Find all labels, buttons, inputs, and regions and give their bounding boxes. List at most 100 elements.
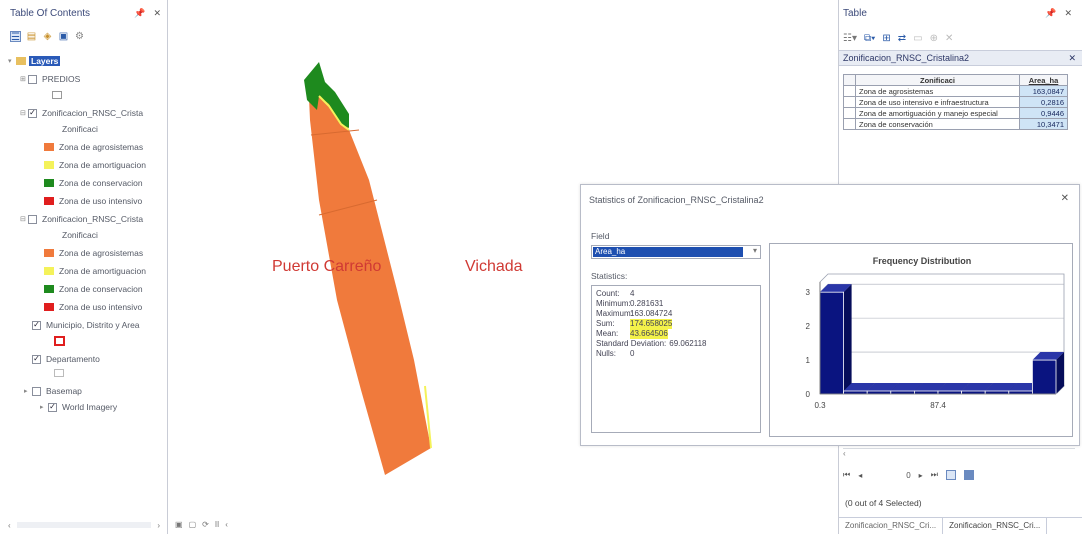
show-all-records-icon[interactable]: [945, 470, 956, 480]
layer-label[interactable]: Zonificacion_RNSC_Crista: [42, 214, 143, 224]
first-record-icon[interactable]: ⏮: [843, 470, 850, 480]
collapse-icon[interactable]: ⊟: [20, 215, 28, 223]
select-by-attributes-icon[interactable]: ⊞: [882, 33, 890, 44]
collapse-icon[interactable]: ▾: [8, 57, 16, 65]
close-icon[interactable]: ✕: [1068, 53, 1076, 64]
cell-area[interactable]: 0,2816: [1019, 96, 1068, 108]
related-tables-icon[interactable]: ⧉▾: [864, 33, 875, 44]
expand-icon[interactable]: ▸: [40, 403, 48, 411]
zoom-to-selected-icon[interactable]: ⊕: [930, 33, 938, 44]
layers-label[interactable]: Layers: [29, 56, 61, 66]
x-tick-label: 87.4: [930, 401, 946, 410]
layer-basemap[interactable]: ▸ Basemap: [24, 384, 82, 398]
row-selector[interactable]: [843, 96, 856, 108]
column-header-area[interactable]: Area_ha: [1019, 74, 1068, 86]
options-icon[interactable]: ⚙: [74, 31, 85, 42]
table-row[interactable]: Zona de uso intensivo e infraestructura …: [843, 96, 1068, 108]
record-number[interactable]: 0: [906, 471, 910, 480]
legend-item: Zona de agrosistemas: [44, 246, 143, 260]
layout-view-icon[interactable]: ▢: [189, 520, 197, 529]
row-selector[interactable]: [843, 118, 856, 130]
expand-icon[interactable]: ⊞: [20, 75, 28, 83]
refresh-icon[interactable]: ⟳: [202, 520, 209, 529]
layer-label[interactable]: Municipio, Distrito y Area: [46, 320, 140, 330]
field-selected-value[interactable]: Area_ha: [593, 247, 743, 257]
data-view-icon[interactable]: ▣: [175, 520, 183, 529]
list-by-visibility-icon[interactable]: ◈: [42, 31, 53, 42]
collapse-icon[interactable]: ⊟: [20, 109, 28, 117]
layers-group[interactable]: ▾ Layers: [8, 54, 61, 68]
layers-folder-icon: [16, 57, 26, 65]
layer-municipio[interactable]: ✓ Municipio, Distrito y Area: [32, 318, 140, 332]
layer-checkbox[interactable]: ✓: [28, 108, 37, 118]
layer-label[interactable]: World Imagery: [62, 402, 117, 412]
table-tab[interactable]: Zonificacion_RNSC_Cri...: [839, 518, 942, 534]
table-row[interactable]: Zona de agrosistemas 163,0847: [843, 85, 1068, 97]
previous-record-icon[interactable]: ◂: [858, 471, 862, 480]
layer-checkbox[interactable]: [28, 74, 37, 84]
scroll-left-icon[interactable]: ‹: [225, 520, 228, 529]
legend-label: Zona de conservacion: [59, 284, 143, 294]
row-selector-header[interactable]: [843, 74, 856, 86]
layer-checkbox[interactable]: ✓: [32, 354, 41, 364]
table-of-contents-pane: Table Of Contents 📌 ✕ ☰ ▤ ◈ ▣ ⚙ ▾ Layers…: [0, 0, 168, 534]
list-by-source-icon[interactable]: ▤: [26, 31, 37, 42]
stat-key: Nulls:: [596, 349, 617, 358]
layer-label[interactable]: Basemap: [46, 386, 82, 396]
layer-checkbox[interactable]: [28, 214, 37, 224]
table-options-icon[interactable]: ☷▾: [843, 33, 857, 44]
table-tab-header: Zonificacion_RNSC_Cristalina2 ✕: [839, 50, 1082, 66]
layer-zonificacion-2[interactable]: ⊟ Zonificacion_RNSC_Crista: [20, 212, 143, 226]
last-record-icon[interactable]: ⏭: [931, 470, 938, 480]
delete-selected-icon[interactable]: ✕: [945, 33, 953, 44]
table-row[interactable]: Zona de amortiguación y manejo especial …: [843, 107, 1068, 119]
table-horizontal-scrollbar[interactable]: ‹: [843, 448, 1075, 458]
layer-predios[interactable]: ⊞ PREDIOS: [20, 72, 80, 86]
table-tab[interactable]: Zonificacion_RNSC_Cri...: [942, 518, 1048, 534]
layer-departamento[interactable]: ✓ Departamento: [32, 352, 100, 366]
switch-selection-icon[interactable]: ⇄: [898, 33, 906, 44]
field-dropdown[interactable]: Area_ha ▾: [591, 245, 761, 259]
show-selected-records-icon[interactable]: [963, 470, 974, 480]
cell-zona[interactable]: Zona de amortiguación y manejo especial: [855, 107, 1020, 119]
pin-icon[interactable]: 📌: [1045, 8, 1056, 19]
scroll-track[interactable]: [16, 522, 152, 528]
row-selector[interactable]: [843, 107, 856, 119]
chevron-down-icon[interactable]: ▾: [753, 246, 757, 255]
table-title-bar: Table 📌 ✕: [839, 0, 1082, 26]
pin-icon[interactable]: 📌: [134, 8, 145, 19]
clear-selection-icon[interactable]: ▭: [913, 33, 922, 44]
list-by-drawing-order-icon[interactable]: ☰: [10, 30, 21, 43]
layer-label[interactable]: PREDIOS: [42, 74, 80, 84]
close-icon[interactable]: ✕: [1061, 193, 1069, 204]
close-icon[interactable]: ✕: [1064, 8, 1072, 19]
layer-checkbox[interactable]: ✓: [48, 402, 57, 412]
cell-area[interactable]: 163,0847: [1019, 85, 1068, 97]
layer-zonificacion-1[interactable]: ⊟ ✓ Zonificacion_RNSC_Crista: [20, 106, 143, 120]
layer-checkbox[interactable]: [32, 386, 41, 396]
scroll-left-icon[interactable]: ‹: [8, 521, 11, 530]
layer-label[interactable]: Departamento: [46, 354, 100, 364]
scroll-left-icon[interactable]: ‹: [843, 449, 846, 458]
x-tick-label: 0.3: [814, 401, 826, 410]
table-row[interactable]: Zona de conservación 10,3471: [843, 118, 1068, 130]
legend-item: Zona de uso intensivo: [44, 300, 142, 314]
row-selector[interactable]: [843, 85, 856, 97]
layer-checkbox[interactable]: ✓: [32, 320, 41, 330]
layer-label[interactable]: Zonificacion_RNSC_Crista: [42, 108, 143, 118]
pause-icon[interactable]: II: [215, 520, 219, 529]
cell-area[interactable]: 10,3471: [1019, 118, 1068, 130]
collapse-icon[interactable]: ▸: [24, 387, 32, 395]
cell-zona[interactable]: Zona de conservación: [855, 118, 1020, 130]
cell-area[interactable]: 0,9446: [1019, 107, 1068, 119]
close-icon[interactable]: ✕: [153, 8, 161, 19]
list-by-selection-icon[interactable]: ▣: [58, 31, 69, 42]
next-record-icon[interactable]: ▸: [919, 471, 923, 480]
chart-back-wall: [819, 273, 1065, 395]
layer-world-imagery[interactable]: ▸ ✓ World Imagery: [40, 400, 117, 414]
cell-zona[interactable]: Zona de agrosistemas: [855, 85, 1020, 97]
column-header-zonificaci[interactable]: Zonificaci: [855, 74, 1020, 86]
cell-zona[interactable]: Zona de uso intensivo e infraestructura: [855, 96, 1020, 108]
scroll-right-icon[interactable]: ›: [157, 521, 160, 530]
toc-horizontal-scrollbar[interactable]: ‹ ›: [8, 520, 160, 530]
